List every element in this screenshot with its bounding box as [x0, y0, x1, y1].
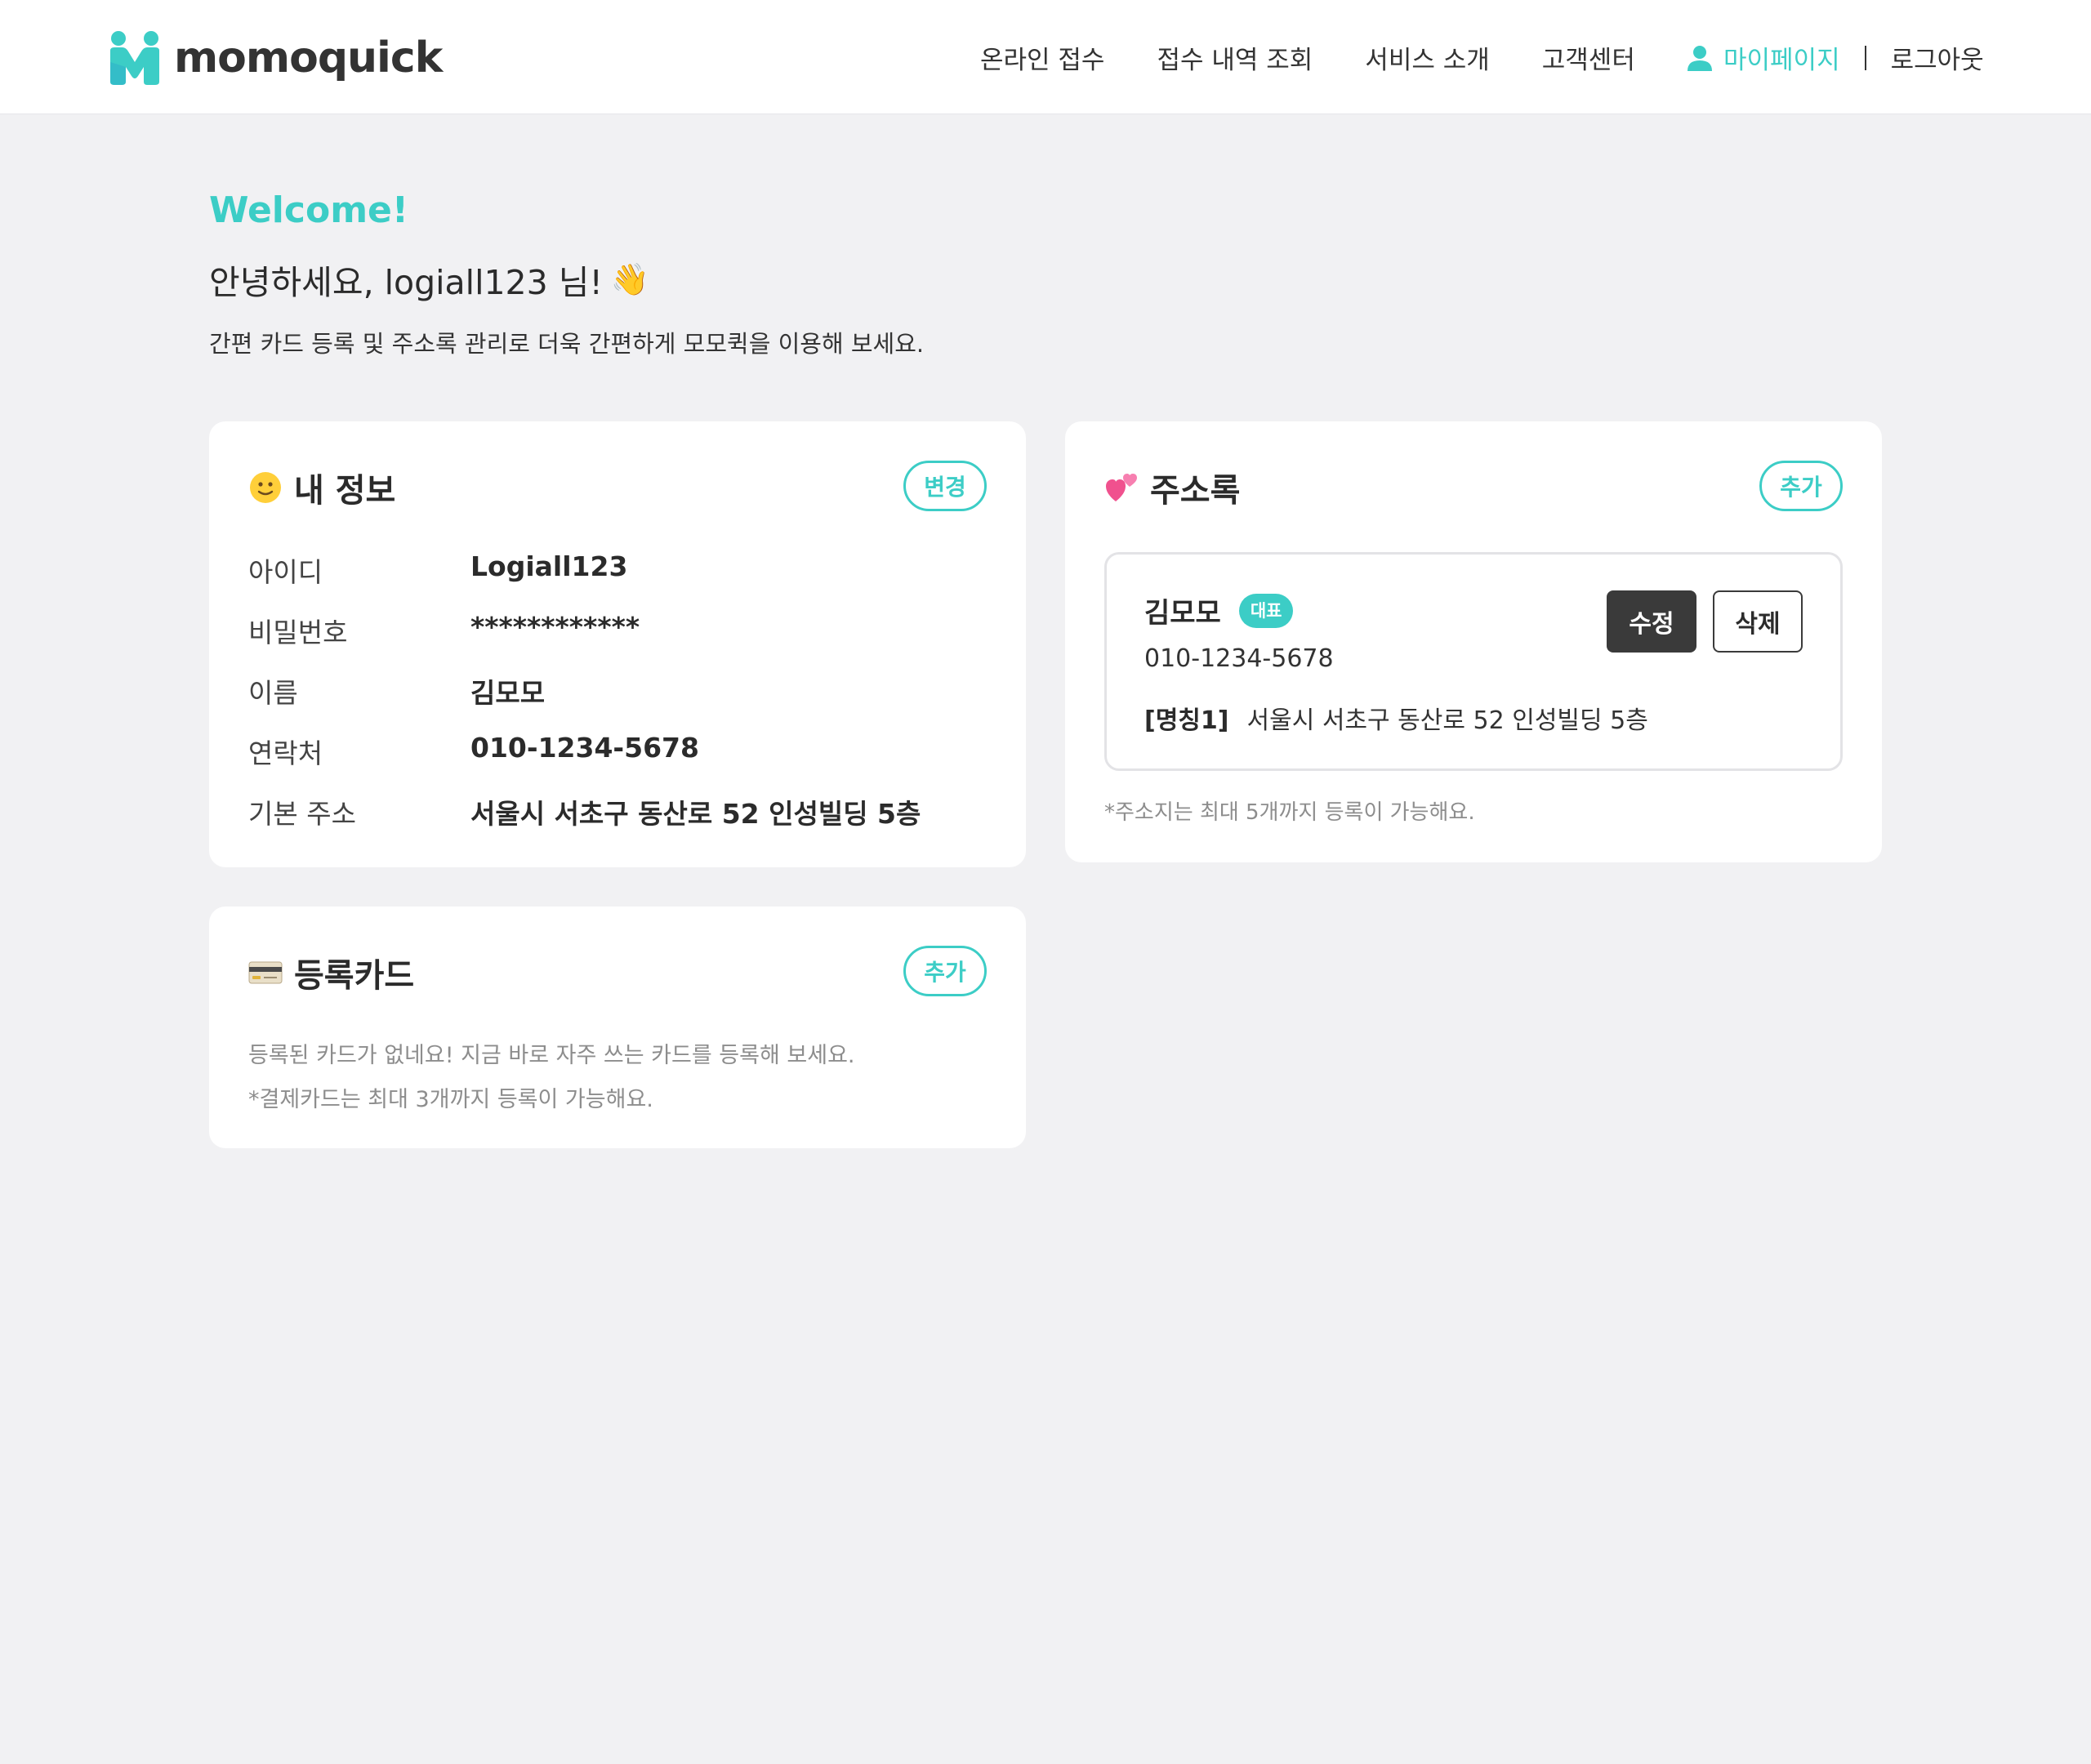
divider [1864, 45, 1866, 70]
address-book-card: 주소록 추가 김모모 대표 010-1234-5678 [명칭1] 서울시 서초… [1065, 421, 1882, 862]
slightly-smiling-face-icon [248, 470, 283, 505]
registered-card-title-text: 등록카드 [294, 957, 415, 995]
address-name: 김모모 [1144, 597, 1221, 630]
info-row-name: 이름 김모모 [248, 671, 545, 710]
info-label: 아이디 [248, 556, 323, 588]
address-name-row: 김모모 대표 [1144, 590, 1294, 630]
info-value: 김모모 [470, 677, 546, 709]
delete-address-button[interactable]: 삭제 [1713, 590, 1803, 653]
address-text: 서울시 서초구 동산로 52 인성빌딩 5층 [1246, 706, 1648, 735]
greeting-text: 안녕하세요, logiall123 님! [209, 263, 603, 302]
info-label: 비밀번호 [248, 617, 348, 648]
card-limit-note: *결제카드는 최대 3개까지 등록이 가능해요. [248, 1087, 653, 1112]
info-label: 이름 [248, 677, 298, 709]
primary-badge: 대표 [1238, 593, 1294, 628]
add-address-button[interactable]: 추가 [1759, 461, 1843, 511]
logo[interactable]: momoquick [109, 29, 443, 87]
welcome-title: Welcome! [209, 189, 408, 231]
info-row-phone: 연락처 010-1234-5678 [248, 732, 699, 771]
no-card-text: 등록된 카드가 없네요! 지금 바로 자주 쓰는 카드를 등록해 보세요. [248, 1043, 855, 1068]
address-limit-note: *주소지는 최대 5개까지 등록이 가능해요. [1104, 800, 1475, 825]
momoquick-logo-icon [110, 31, 159, 85]
address-phone: 010-1234-5678 [1144, 644, 1334, 673]
edit-address-button[interactable]: 수정 [1607, 590, 1696, 653]
info-value: ************ [470, 611, 640, 643]
address-line: [명칭1] 서울시 서초구 동산로 52 인성빌딩 5층 [1144, 700, 1648, 736]
info-label: 연락처 [248, 737, 323, 769]
user-menu: 마이페이지 로그아웃 [1686, 39, 1984, 76]
add-card-button[interactable]: 추가 [903, 946, 987, 996]
info-value: 010-1234-5678 [470, 732, 699, 764]
registered-card-card: 등록카드 추가 등록된 카드가 없네요! 지금 바로 자주 쓰는 카드를 등록해… [209, 906, 1026, 1148]
top-header: momoquick 온라인 접수 접수 내역 조회 서비스 소개 고객센터 마이… [0, 0, 2091, 114]
info-row-password: 비밀번호 ************ [248, 611, 640, 650]
info-label: 기본 주소 [248, 798, 356, 830]
welcome-subtitle: 간편 카드 등록 및 주소록 관리로 더욱 간편하게 모모퀵을 이용해 보세요. [209, 330, 925, 358]
greeting: 안녕하세요, logiall123 님! 👋 [209, 255, 649, 304]
address-nickname: [명칭1] [1144, 706, 1229, 735]
registered-card-title: 등록카드 [248, 949, 414, 996]
user-icon [1688, 45, 1712, 71]
info-row-id: 아이디 Logiall123 [248, 550, 627, 590]
credit-card-icon [248, 956, 283, 990]
mypage-link[interactable]: 마이페이지 [1723, 39, 1840, 76]
my-info-title-text: 내 정보 [294, 472, 396, 510]
address-entry: 김모모 대표 010-1234-5678 [명칭1] 서울시 서초구 동산로 5… [1104, 552, 1843, 771]
logout-link[interactable]: 로그아웃 [1891, 39, 1984, 76]
my-info-title: 내 정보 [248, 464, 395, 511]
address-book-title: 주소록 [1104, 464, 1240, 511]
info-value: 서울시 서초구 동산로 52 인성빌딩 5층 [470, 798, 921, 830]
nav-online-order[interactable]: 온라인 접수 [980, 39, 1104, 76]
change-info-button[interactable]: 변경 [903, 461, 987, 511]
address-book-title-text: 주소록 [1150, 472, 1241, 510]
info-value: Logiall123 [470, 550, 628, 582]
nav-customer-center[interactable]: 고객센터 [1542, 39, 1635, 76]
info-row-address: 기본 주소 서울시 서초구 동산로 52 인성빌딩 5층 [248, 792, 921, 831]
nav-service-intro[interactable]: 서비스 소개 [1365, 39, 1489, 76]
logo-text: momoquick [174, 33, 443, 82]
main-nav: 온라인 접수 접수 내역 조회 서비스 소개 고객센터 [980, 39, 1635, 76]
waving-hand-icon: 👋 [610, 261, 650, 297]
my-info-card: 내 정보 변경 아이디 Logiall123 비밀번호 ************… [209, 421, 1026, 867]
two-hearts-icon [1104, 470, 1139, 505]
nav-order-history[interactable]: 접수 내역 조회 [1157, 39, 1313, 76]
